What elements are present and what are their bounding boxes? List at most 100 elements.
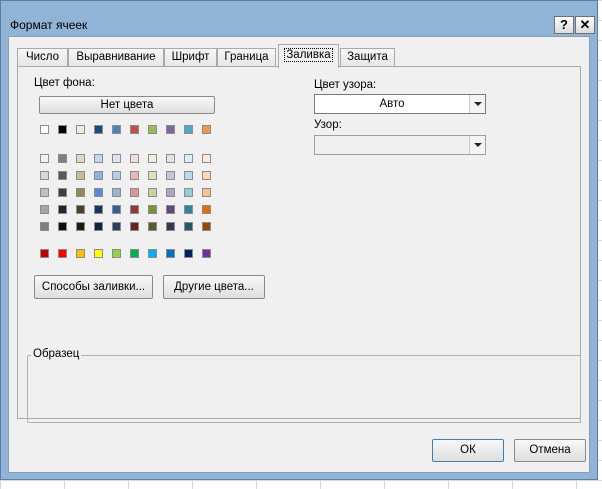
more-colors-button[interactable]: Другие цвета... — [163, 275, 265, 299]
color-swatch-shade[interactable] — [130, 171, 139, 180]
color-swatch-shade[interactable] — [148, 171, 157, 180]
color-swatch-standard[interactable] — [148, 249, 157, 258]
color-swatch-shade[interactable] — [58, 205, 67, 214]
color-swatch-shade[interactable] — [148, 222, 157, 231]
color-swatch-theme[interactable] — [148, 125, 157, 134]
tab-protection[interactable]: Защита — [340, 48, 395, 67]
tab-fill[interactable]: Заливка — [278, 44, 339, 68]
color-swatch-standard[interactable] — [130, 249, 139, 258]
color-swatch-shade[interactable] — [202, 205, 211, 214]
sample-label: Образец — [31, 348, 82, 360]
color-swatch-shade[interactable] — [94, 205, 103, 214]
color-swatch-shade[interactable] — [166, 222, 175, 231]
color-swatch-theme[interactable] — [202, 125, 211, 134]
color-swatch-standard[interactable] — [202, 249, 211, 258]
color-swatch-shade[interactable] — [202, 171, 211, 180]
ok-button[interactable]: ОК — [432, 439, 504, 462]
color-swatch-theme[interactable] — [184, 125, 193, 134]
color-swatch-shade[interactable] — [112, 222, 121, 231]
color-swatch-theme[interactable] — [58, 125, 67, 134]
color-swatch-shade[interactable] — [76, 205, 85, 214]
color-swatch-standard[interactable] — [94, 249, 103, 258]
pattern-style-label: Узор: — [314, 119, 342, 131]
format-cells-dialog: Формат ячеек ? ✕ Число Выравнивание Шриф… — [0, 0, 598, 480]
color-swatch-shade[interactable] — [166, 188, 175, 197]
color-swatch-shade[interactable] — [130, 188, 139, 197]
color-swatch-shade[interactable] — [148, 188, 157, 197]
fill-effects-button[interactable]: Способы заливки... — [34, 275, 153, 299]
color-swatch-shade[interactable] — [130, 222, 139, 231]
background-color-label: Цвет фона: — [34, 77, 95, 89]
color-swatch-standard[interactable] — [58, 249, 67, 258]
title-bar[interactable]: Формат ячеек ? ✕ — [1, 1, 597, 34]
color-swatch-theme[interactable] — [166, 125, 175, 134]
color-swatch-shade[interactable] — [184, 171, 193, 180]
color-swatch-shade[interactable] — [148, 154, 157, 163]
color-swatch-standard[interactable] — [40, 249, 49, 258]
pattern-color-select[interactable]: Авто — [314, 94, 486, 114]
dialog-title: Формат ячеек — [10, 18, 88, 32]
dialog-body: Число Выравнивание Шрифт Граница Заливка… — [8, 36, 590, 473]
pattern-style-select[interactable] — [314, 135, 486, 155]
tab-fill-label: Заливка — [284, 48, 333, 62]
tab-font[interactable]: Шрифт — [164, 48, 217, 67]
color-swatch-theme[interactable] — [94, 125, 103, 134]
color-swatch-shade[interactable] — [130, 205, 139, 214]
color-swatch-shade[interactable] — [76, 222, 85, 231]
color-swatch-shade[interactable] — [112, 154, 121, 163]
color-swatch-shade[interactable] — [76, 188, 85, 197]
color-swatch-shade[interactable] — [166, 154, 175, 163]
color-swatch-shade[interactable] — [40, 205, 49, 214]
color-swatch-shade[interactable] — [94, 154, 103, 163]
color-swatch-standard[interactable] — [112, 249, 121, 258]
color-swatch-shade[interactable] — [202, 188, 211, 197]
cancel-button[interactable]: Отмена — [514, 439, 586, 462]
color-swatch-shade[interactable] — [40, 171, 49, 180]
color-swatch-shade[interactable] — [94, 188, 103, 197]
color-swatch-shade[interactable] — [112, 171, 121, 180]
color-swatch-shade[interactable] — [130, 154, 139, 163]
no-color-button[interactable]: Нет цвета — [39, 96, 215, 114]
tab-alignment[interactable]: Выравнивание — [68, 48, 164, 67]
color-swatch-shade[interactable] — [40, 222, 49, 231]
chevron-down-icon[interactable] — [469, 136, 485, 154]
color-swatch-shade[interactable] — [112, 205, 121, 214]
tab-protection-label: Защита — [347, 51, 388, 63]
color-swatch-theme[interactable] — [112, 125, 121, 134]
color-swatch-shade[interactable] — [58, 171, 67, 180]
color-swatch-shade[interactable] — [40, 154, 49, 163]
color-swatch-shade[interactable] — [40, 188, 49, 197]
color-swatch-shade[interactable] — [166, 205, 175, 214]
color-swatch-theme[interactable] — [40, 125, 49, 134]
help-button[interactable]: ? — [554, 16, 574, 34]
color-swatch-standard[interactable] — [166, 249, 175, 258]
color-swatch-shade[interactable] — [76, 154, 85, 163]
tab-border[interactable]: Граница — [217, 48, 276, 67]
pattern-color-value: Авто — [379, 98, 405, 110]
tab-number[interactable]: Число — [17, 48, 68, 67]
color-swatch-shade[interactable] — [202, 154, 211, 163]
color-swatch-standard[interactable] — [76, 249, 85, 258]
color-swatch-theme[interactable] — [130, 125, 139, 134]
close-button[interactable]: ✕ — [575, 16, 595, 34]
color-swatch-shade[interactable] — [94, 171, 103, 180]
color-swatch-shade[interactable] — [184, 205, 193, 214]
color-swatch-shade[interactable] — [202, 222, 211, 231]
fill-panel: Цвет фона: Нет цвета Способы заливки... … — [17, 66, 581, 423]
tab-font-label: Шрифт — [171, 51, 210, 63]
color-swatch-shade[interactable] — [184, 154, 193, 163]
color-swatch-shade[interactable] — [148, 205, 157, 214]
color-swatch-theme[interactable] — [76, 125, 85, 134]
color-swatch-shade[interactable] — [58, 188, 67, 197]
color-swatch-shade[interactable] — [112, 188, 121, 197]
color-swatch-shade[interactable] — [94, 222, 103, 231]
color-swatch-shade[interactable] — [58, 222, 67, 231]
color-swatch-shade[interactable] — [184, 222, 193, 231]
color-swatch-shade[interactable] — [166, 171, 175, 180]
chevron-down-icon[interactable] — [469, 95, 485, 113]
color-swatch-shade[interactable] — [58, 154, 67, 163]
color-swatch-standard[interactable] — [184, 249, 193, 258]
color-swatch-shade[interactable] — [76, 171, 85, 180]
color-swatch-shade[interactable] — [184, 188, 193, 197]
pattern-color-label: Цвет узора: — [314, 79, 377, 91]
